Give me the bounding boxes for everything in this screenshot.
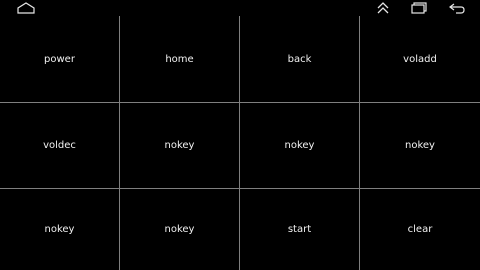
key-nokey-button[interactable]: nokey: [240, 103, 360, 189]
key-nokey-button[interactable]: nokey: [0, 189, 120, 270]
key-home-button[interactable]: home: [120, 16, 240, 103]
double-chevron-up-icon[interactable]: [372, 0, 394, 16]
key-grid: power home back voladd voldec nokey noke…: [0, 16, 480, 270]
back-arrow-icon[interactable]: [446, 0, 468, 16]
status-bar: [0, 0, 480, 16]
key-voladd-button[interactable]: voladd: [360, 16, 480, 103]
key-power-button[interactable]: power: [0, 16, 120, 103]
recents-icon[interactable]: [408, 0, 430, 16]
home-outline-icon[interactable]: [14, 0, 38, 16]
key-back-button[interactable]: back: [240, 16, 360, 103]
key-clear-button[interactable]: clear: [360, 189, 480, 270]
key-start-button[interactable]: start: [240, 189, 360, 270]
key-nokey-button[interactable]: nokey: [360, 103, 480, 189]
key-nokey-button[interactable]: nokey: [120, 103, 240, 189]
key-nokey-button[interactable]: nokey: [120, 189, 240, 270]
key-voldec-button[interactable]: voldec: [0, 103, 120, 189]
